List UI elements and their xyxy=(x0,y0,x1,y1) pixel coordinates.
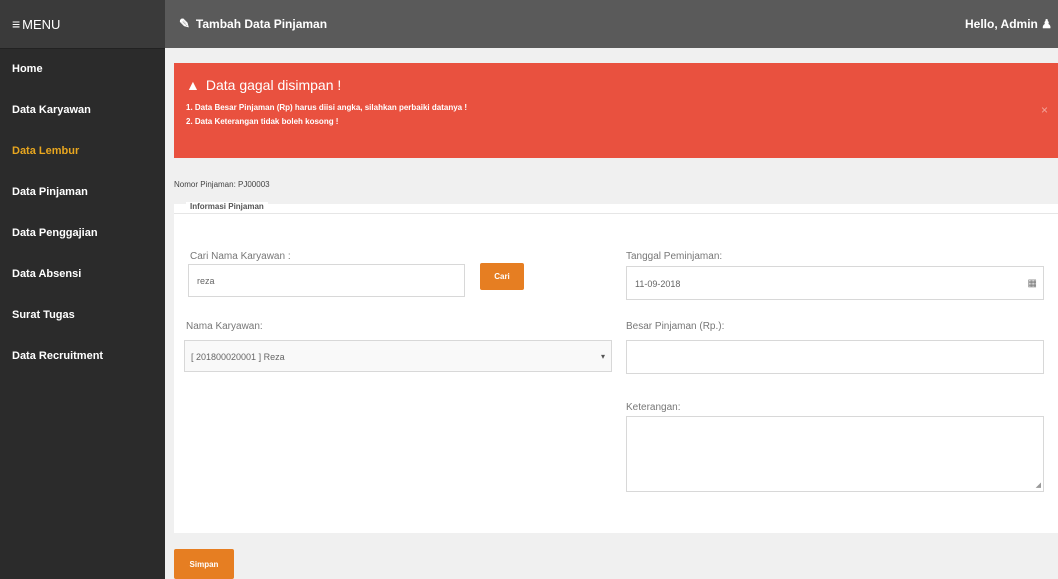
tanggal-peminjaman-label: Tanggal Peminjaman: xyxy=(626,251,723,262)
chevron-down-icon: ▾ xyxy=(600,352,605,361)
cari-nama-label: Cari Nama Karyawan : xyxy=(190,251,291,262)
calendar-icon[interactable]: ▦ xyxy=(1028,267,1037,301)
sidebar-item-home[interactable]: Home xyxy=(0,49,165,90)
alert-title: ▲ Data gagal disimpan ! xyxy=(186,77,1058,93)
alert-message: 1. Data Besar Pinjaman (Rp) harus diisi … xyxy=(186,103,467,112)
greeting-text: Hello, Admin xyxy=(965,17,1038,31)
cari-button[interactable]: Cari xyxy=(480,263,524,290)
sidebar: ≡ MENU Home Data Karyawan Data Lembur Dat… xyxy=(0,0,165,579)
besar-pinjaman-input[interactable] xyxy=(626,340,1044,374)
besar-pinjaman-label: Besar Pinjaman (Rp.): xyxy=(626,321,725,332)
nama-karyawan-select[interactable]: [ 201800020001 ] Reza ▾ xyxy=(184,340,612,372)
topbar: ✎ Tambah Data Pinjaman Hello, Admin ♟ xyxy=(165,0,1058,48)
warning-icon: ▲ xyxy=(186,77,200,93)
sidebar-item-data-penggajian[interactable]: Data Penggajian xyxy=(0,213,165,254)
edit-icon: ✎ xyxy=(179,16,190,31)
sidebar-item-data-recruitment[interactable]: Data Recruitment xyxy=(0,336,165,377)
sidebar-item-data-absensi[interactable]: Data Absensi xyxy=(0,254,165,295)
keterangan-textarea[interactable]: ◢ xyxy=(626,416,1044,492)
form-panel: Informasi Pinjaman Cari Nama Karyawan : … xyxy=(174,202,1058,533)
sidebar-item-data-karyawan[interactable]: Data Karyawan xyxy=(0,90,165,131)
fieldset-legend: Informasi Pinjaman xyxy=(186,202,268,211)
sidebar-item-surat-tugas[interactable]: Surat Tugas xyxy=(0,295,165,336)
sidebar-item-data-lembur[interactable]: Data Lembur xyxy=(0,131,165,172)
keterangan-label: Keterangan: xyxy=(626,402,681,413)
fieldset-divider xyxy=(174,213,1058,214)
page-title: ✎ Tambah Data Pinjaman xyxy=(179,0,327,48)
user-greeting[interactable]: Hello, Admin ♟ xyxy=(965,0,1052,48)
user-icon: ♟ xyxy=(1041,17,1052,31)
tanggal-peminjaman-input[interactable]: 11-09-2018 ▦ xyxy=(626,266,1044,300)
nama-karyawan-label: Nama Karyawan: xyxy=(186,321,263,332)
menu-toggle[interactable]: ≡ MENU xyxy=(0,0,165,49)
nomor-pinjaman: Nomor Pinjaman: PJ00003 xyxy=(174,180,270,189)
error-alert: ▲ Data gagal disimpan ! 1. Data Besar Pin… xyxy=(174,63,1058,158)
menu-label: MENU xyxy=(22,17,61,32)
sidebar-item-data-pinjaman[interactable]: Data Pinjaman xyxy=(0,172,165,213)
cari-nama-input[interactable] xyxy=(188,264,465,297)
simpan-button[interactable]: Simpan xyxy=(174,549,234,579)
close-icon[interactable]: × xyxy=(1041,103,1048,117)
nama-karyawan-value: [ 201800020001 ] Reza xyxy=(191,352,285,362)
resize-grip-icon[interactable]: ◢ xyxy=(1036,481,1041,489)
hamburger-icon: ≡ xyxy=(12,16,21,32)
alert-message: 2. Data Keterangan tidak boleh kosong ! xyxy=(186,117,339,126)
alert-title-text: Data gagal disimpan ! xyxy=(205,77,342,93)
page-title-text: Tambah Data Pinjaman xyxy=(195,17,328,31)
tanggal-peminjaman-value: 11-09-2018 xyxy=(635,279,681,289)
